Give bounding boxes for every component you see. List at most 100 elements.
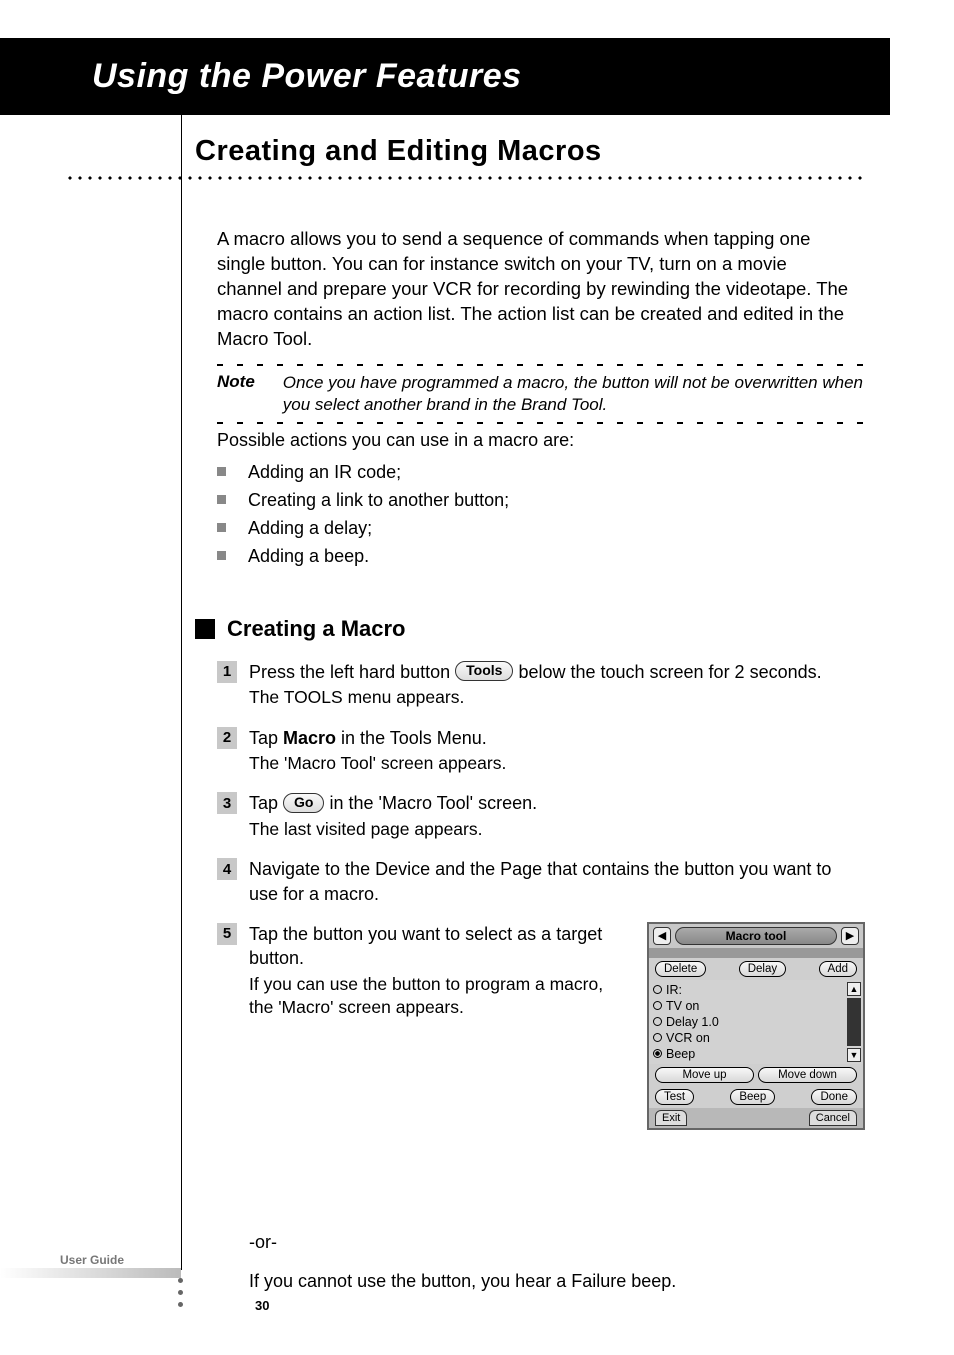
footer-guide-label: User Guide <box>60 1253 124 1267</box>
move-down-button[interactable]: Move down <box>758 1067 857 1083</box>
bullet-list: Adding an IR code; Creating a link to an… <box>217 459 865 571</box>
test-button[interactable]: Test <box>655 1089 694 1105</box>
device-status-strip <box>649 948 863 958</box>
move-up-button[interactable]: Move up <box>655 1067 754 1083</box>
step-number: 3 <box>217 792 237 814</box>
step-sub: The last visited page appears. <box>249 818 865 842</box>
action-row[interactable]: Delay 1.0 <box>653 1014 859 1030</box>
scrollbar[interactable] <box>847 998 861 1046</box>
list-item-text: Adding a delay; <box>248 515 372 543</box>
cancel-tab[interactable]: Cancel <box>809 1110 857 1126</box>
note-label: Note <box>217 372 255 416</box>
step-main: Press the left hard button Tools below t… <box>249 660 865 684</box>
content-column: Creating and Editing Macros A macro allo… <box>195 135 865 1292</box>
step-number: 2 <box>217 727 237 749</box>
steps-list: 1 Press the left hard button Tools below… <box>217 660 865 1212</box>
step-5: 5 Tap the button you want to select as a… <box>217 922 617 1020</box>
list-item-text: Adding an IR code; <box>248 459 401 487</box>
action-label: VCR on <box>666 1031 710 1045</box>
step-1: 1 Press the left hard button Tools below… <box>217 660 865 710</box>
step-2: 2 Tap Macro in the Tools Menu. The 'Macr… <box>217 726 865 776</box>
step-text: Tap <box>249 793 283 813</box>
square-bullet-icon <box>217 551 226 560</box>
device-bottom-buttons: Test Beep Done <box>649 1086 863 1108</box>
action-label: IR: <box>666 983 682 997</box>
subheading-row: Creating a Macro <box>195 616 865 642</box>
go-button[interactable]: Go <box>283 793 324 813</box>
action-row[interactable]: VCR on <box>653 1030 859 1046</box>
action-row[interactable]: IR: <box>653 982 859 998</box>
device-top-buttons: Delete Delay Add <box>649 958 863 980</box>
step-main: Navigate to the Device and the Page that… <box>249 857 865 906</box>
list-item: Adding an IR code; <box>217 459 865 487</box>
device-title: Macro tool <box>675 927 837 945</box>
step-4: 4 Navigate to the Device and the Page th… <box>217 857 865 906</box>
step-text: Press the left hard button <box>249 662 455 682</box>
step-main: Tap Macro in the Tools Menu. <box>249 726 865 750</box>
step-sub: If you can use the button to program a m… <box>249 973 617 1020</box>
exit-tab[interactable]: Exit <box>655 1110 687 1126</box>
device-titlebar: ◀ Macro tool ▶ <box>649 924 863 948</box>
note-text: Once you have programmed a macro, the bu… <box>283 372 865 416</box>
footer-gradient <box>0 1268 181 1278</box>
dotted-rule <box>65 176 865 182</box>
step-main: Tap the button you want to select as a t… <box>249 922 617 971</box>
action-label: TV on <box>666 999 699 1013</box>
page-number: 30 <box>255 1298 269 1313</box>
step-3: 3 Tap Go in the 'Macro Tool' screen. The… <box>217 791 865 841</box>
or-separator: -or- <box>249 1232 865 1253</box>
done-button[interactable]: Done <box>811 1089 857 1105</box>
list-item-text: Adding a beep. <box>248 543 369 571</box>
action-label: Delay 1.0 <box>666 1015 719 1029</box>
device-screenshot: ◀ Macro tool ▶ Delete Delay Add ▲ ▼ IR: … <box>647 922 865 1130</box>
step-sub: The 'Macro Tool' screen appears. <box>249 752 865 776</box>
scroll-up-button[interactable]: ▲ <box>847 982 861 996</box>
beep-button[interactable]: Beep <box>730 1089 775 1105</box>
action-row[interactable]: Beep <box>653 1046 859 1062</box>
list-item-text: Creating a link to another button; <box>248 487 509 515</box>
step-number: 1 <box>217 661 237 683</box>
delete-button[interactable]: Delete <box>655 961 706 977</box>
step-text: below the touch screen for 2 seconds. <box>518 662 821 682</box>
device-mid-buttons: Move up Move down <box>649 1064 863 1086</box>
action-list: ▲ ▼ IR: TV on Delay 1.0 VCR on Beep <box>649 980 863 1064</box>
square-bullet-icon <box>217 523 226 532</box>
step-number: 5 <box>217 923 237 945</box>
radio-selected-icon <box>653 1049 662 1058</box>
step-main: Tap Go in the 'Macro Tool' screen. <box>249 791 865 815</box>
action-row[interactable]: TV on <box>653 998 859 1014</box>
nav-left-button[interactable]: ◀ <box>653 927 671 945</box>
list-item: Adding a delay; <box>217 515 865 543</box>
subheading: Creating a Macro <box>227 616 406 642</box>
possible-actions-intro: Possible actions you can use in a macro … <box>217 430 865 451</box>
step-text: Tap <box>249 728 283 748</box>
vertical-divider <box>181 115 182 1270</box>
note-block: Note Once you have programmed a macro, t… <box>217 364 865 424</box>
step-sub: The TOOLS menu appears. <box>249 686 865 710</box>
page-banner: Using the Power Features <box>0 38 890 115</box>
tools-button[interactable]: Tools <box>455 661 513 681</box>
delay-button[interactable]: Delay <box>739 961 786 977</box>
failure-text: If you cannot use the button, you hear a… <box>249 1271 865 1292</box>
step-bold: Macro <box>283 728 336 748</box>
scroll-down-button[interactable]: ▼ <box>847 1048 861 1062</box>
add-button[interactable]: Add <box>819 961 857 977</box>
section-title: Creating and Editing Macros <box>195 135 865 168</box>
action-label: Beep <box>666 1047 695 1061</box>
nav-right-button[interactable]: ▶ <box>841 927 859 945</box>
step-text: in the Tools Menu. <box>336 728 487 748</box>
radio-icon <box>653 1033 662 1042</box>
radio-icon <box>653 1017 662 1026</box>
list-item: Adding a beep. <box>217 543 865 571</box>
vertical-dots-icon <box>178 1278 183 1314</box>
intro-paragraph: A macro allows you to send a sequence of… <box>217 227 855 352</box>
device-tab-row: Exit Cancel <box>649 1108 863 1128</box>
step-number: 4 <box>217 858 237 880</box>
square-bullet-icon <box>217 495 226 504</box>
square-bullet-icon <box>217 467 226 476</box>
list-item: Creating a link to another button; <box>217 487 865 515</box>
radio-icon <box>653 1001 662 1010</box>
radio-icon <box>653 985 662 994</box>
step-text: in the 'Macro Tool' screen. <box>330 793 538 813</box>
square-marker-icon <box>195 619 215 639</box>
